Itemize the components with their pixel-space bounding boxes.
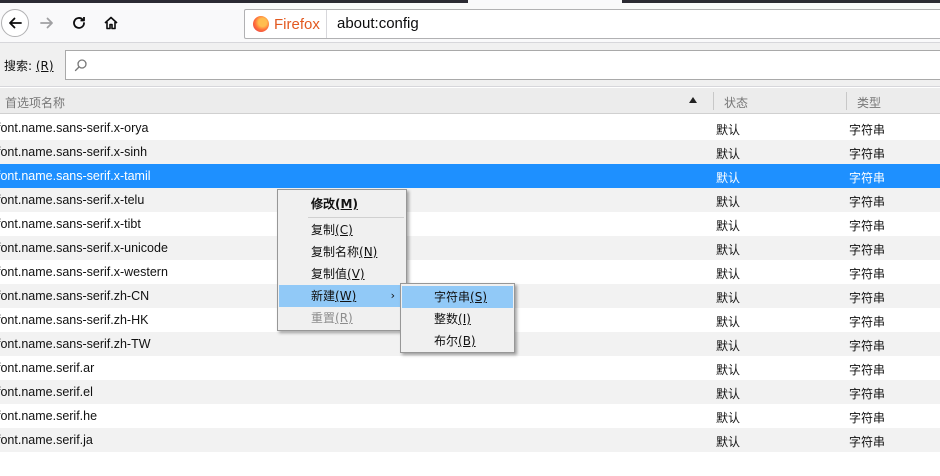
pref-name: font.name.serif.ja (0, 433, 93, 447)
pref-status: 默认 (716, 339, 741, 353)
pref-status: 默认 (716, 315, 741, 329)
pref-type: 字符串 (849, 147, 886, 161)
pref-name: font.name.sans-serif.x-sinh (0, 145, 148, 159)
menu-item-copy-name[interactable]: 复制名称(N) (279, 241, 405, 263)
submenu-arrow-icon: › (390, 289, 395, 302)
firefox-logo-icon (253, 16, 269, 32)
navigation-toolbar: Firefox about:config (0, 3, 940, 43)
home-icon (104, 16, 118, 30)
pref-status: 默认 (716, 387, 741, 401)
pref-name: font.name.serif.he (0, 409, 98, 423)
back-button[interactable] (0, 8, 30, 38)
pref-status: 默认 (716, 219, 741, 233)
search-label: 搜索: (R) (4, 59, 54, 73)
submenu-item-integer[interactable]: 整数(I) (402, 308, 513, 330)
pref-type: 字符串 (849, 195, 886, 209)
pref-type: 字符串 (849, 387, 886, 401)
table-row[interactable]: font.name.sans-serif.x-sinh 默认 字符串 (0, 140, 940, 164)
pref-status: 默认 (716, 267, 741, 281)
column-divider[interactable] (713, 92, 714, 110)
pref-type: 字符串 (849, 267, 886, 281)
table-row[interactable]: font.name.serif.ar 默认 字符串 (0, 356, 940, 380)
pref-name: font.name.serif.el (0, 385, 93, 399)
new-submenu: 字符串(S) 整数(I) 布尔(B) (400, 283, 515, 353)
pref-type: 字符串 (849, 291, 886, 305)
column-header: 首选项名称 状态 类型 (0, 88, 940, 114)
pref-name: font.name.sans-serif.zh-TW (0, 337, 151, 351)
context-menu: 修改(M) 复制(C) 复制名称(N) 复制值(V) 新建(W) › 重置(R) (277, 189, 407, 331)
pref-name: font.name.sans-serif.zh-HK (0, 313, 149, 327)
pref-name: font.name.sans-serif.zh-CN (0, 289, 150, 303)
menu-item-new[interactable]: 新建(W) › (279, 285, 405, 307)
pref-status: 默认 (716, 435, 741, 449)
pref-name: font.name.sans-serif.x-tamil (0, 169, 151, 183)
column-divider[interactable] (846, 92, 847, 110)
pref-status: 默认 (716, 291, 741, 305)
menu-item-reset[interactable]: 重置(R) (279, 307, 405, 329)
pref-status: 默认 (716, 123, 741, 137)
pref-type: 字符串 (849, 435, 886, 449)
pref-status: 默认 (716, 411, 741, 425)
url-bar[interactable]: Firefox about:config (244, 9, 940, 39)
pref-name: font.name.sans-serif.x-unicode (0, 241, 168, 255)
column-type-header[interactable]: 类型 (857, 94, 881, 111)
pref-status: 默认 (716, 147, 741, 161)
sort-ascending-icon[interactable] (689, 97, 697, 103)
home-button[interactable] (96, 8, 126, 38)
pref-status: 默认 (716, 363, 741, 377)
pref-type: 字符串 (849, 219, 886, 233)
menu-divider (308, 217, 404, 218)
table-row[interactable]: font.name.serif.he 默认 字符串 (0, 404, 940, 428)
pref-type: 字符串 (849, 339, 886, 353)
submenu-item-boolean[interactable]: 布尔(B) (402, 330, 513, 352)
reload-icon (73, 17, 85, 29)
table-row[interactable]: font.name.sans-serif.x-western 默认 字符串 (0, 260, 940, 284)
url-text[interactable]: about:config (337, 15, 419, 32)
menu-item-modify[interactable]: 修改(M) (279, 193, 405, 215)
search-icon (74, 59, 87, 72)
table-row[interactable]: font.name.serif.el 默认 字符串 (0, 380, 940, 404)
reload-button[interactable] (64, 8, 94, 38)
pref-status: 默认 (716, 171, 741, 185)
forward-button[interactable] (32, 8, 62, 38)
search-row: 搜索: (R) (0, 43, 940, 87)
table-row[interactable]: font.name.sans-serif.x-tibt 默认 字符串 (0, 212, 940, 236)
column-status-header[interactable]: 状态 (724, 94, 748, 111)
search-input[interactable] (65, 50, 940, 80)
identity-box[interactable]: Firefox (245, 10, 327, 38)
forward-arrow-icon (40, 17, 53, 29)
pref-type: 字符串 (849, 363, 886, 377)
search-label-accesskey: (R) (35, 59, 54, 73)
pref-status: 默认 (716, 195, 741, 209)
menu-item-copy[interactable]: 复制(C) (279, 219, 405, 241)
pref-status: 默认 (716, 243, 741, 257)
pref-type: 字符串 (849, 411, 886, 425)
table-row[interactable]: font.name.sans-serif.x-unicode 默认 字符串 (0, 236, 940, 260)
pref-type: 字符串 (849, 123, 886, 137)
table-row-selected[interactable]: font.name.sans-serif.x-tamil 默认 字符串 (0, 164, 940, 188)
pref-name: font.name.sans-serif.x-orya (0, 121, 149, 135)
menu-item-copy-value[interactable]: 复制值(V) (279, 263, 405, 285)
pref-name: font.name.serif.ar (0, 361, 95, 375)
table-row-partial[interactable] (0, 452, 940, 476)
table-row[interactable]: font.name.sans-serif.x-telu 默认 字符串 (0, 188, 940, 212)
table-row[interactable]: font.name.serif.ja 默认 字符串 (0, 428, 940, 452)
pref-name: font.name.sans-serif.x-telu (0, 193, 145, 207)
pref-type: 字符串 (849, 171, 886, 185)
column-name-header[interactable]: 首选项名称 (5, 94, 65, 111)
submenu-item-string[interactable]: 字符串(S) (402, 286, 513, 308)
table-row[interactable]: font.name.sans-serif.x-orya 默认 字符串 (0, 116, 940, 140)
pref-type: 字符串 (849, 243, 886, 257)
pref-name: font.name.sans-serif.x-tibt (0, 217, 141, 231)
pref-name: font.name.sans-serif.x-western (0, 265, 168, 279)
browser-brand: Firefox (274, 15, 320, 33)
back-arrow-icon (1, 9, 29, 37)
pref-type: 字符串 (849, 315, 886, 329)
